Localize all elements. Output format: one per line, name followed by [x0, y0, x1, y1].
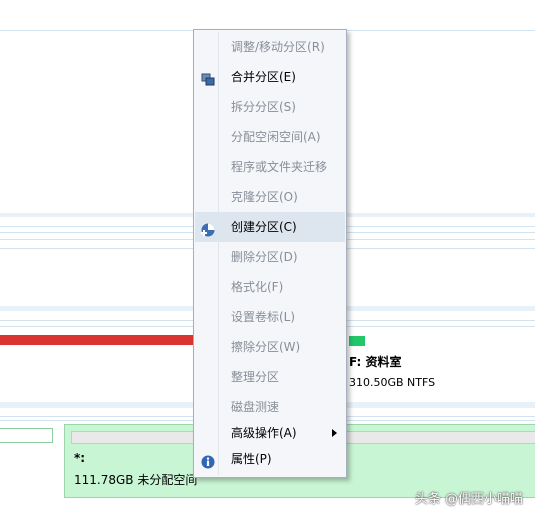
menu-item-resize-move[interactable]: 调整/移动分区(R) — [195, 32, 345, 62]
watermark: 头条 @偶西小喵喵 — [414, 492, 523, 507]
menu-item-format[interactable]: 格式化(F) — [195, 272, 345, 302]
unallocated-description: 111.78GB 未分配空间 — [74, 473, 198, 487]
menu-item-label: 删除分区(D) — [231, 250, 298, 264]
menu-item-label: 克隆分区(O) — [231, 190, 298, 204]
volume-f-title: F: 资料室 — [349, 355, 402, 369]
volume-f-usage-bar[interactable] — [349, 336, 365, 346]
menu-item-split[interactable]: 拆分分区(S) — [195, 92, 345, 122]
partition-usage-bar[interactable] — [0, 335, 193, 345]
unallocated-letter: *: — [74, 451, 86, 465]
menu-item-clone[interactable]: 克隆分区(O) — [195, 182, 345, 212]
menu-item-label: 属性(P) — [231, 452, 272, 466]
menu-item-label: 格式化(F) — [231, 280, 284, 294]
menu-item-delete[interactable]: 删除分区(D) — [195, 242, 345, 272]
menu-item-label: 分配空闲空间(A) — [231, 130, 321, 144]
create-partition-icon — [200, 219, 216, 237]
menu-item-allocate-free-space[interactable]: 分配空闲空间(A) — [195, 122, 345, 152]
merge-icon — [200, 69, 216, 86]
menu-item-label: 擦除分区(W) — [231, 340, 301, 354]
menu-item-create-partition[interactable]: 创建分区(C) — [195, 212, 345, 242]
menu-item-properties[interactable]: 属性(P) — [195, 444, 345, 474]
menu-item-label: 拆分分区(S) — [231, 100, 296, 114]
menu-item-app-migration[interactable]: 程序或文件夹迁移 — [195, 152, 345, 182]
menu-item-label: 设置卷标(L) — [231, 310, 296, 324]
menu-item-label: 合并分区(E) — [231, 70, 296, 84]
submenu-arrow-icon — [332, 429, 337, 437]
partition-tile[interactable] — [0, 428, 53, 443]
menu-item-set-label[interactable]: 设置卷标(L) — [195, 302, 345, 332]
menu-item-merge[interactable]: 合并分区(E) — [195, 62, 345, 92]
volume-f-size: 310.50GB NTFS — [349, 376, 436, 389]
menu-item-label: 创建分区(C) — [231, 220, 297, 234]
context-menu: 调整/移动分区(R) 合并分区(E) 拆分分区(S) 分配空闲空间(A) 程序或… — [193, 29, 347, 478]
info-icon — [200, 451, 216, 469]
menu-item-label: 调整/移动分区(R) — [231, 40, 325, 54]
menu-item-label: 程序或文件夹迁移 — [231, 160, 328, 174]
menu-item-wipe[interactable]: 擦除分区(W) — [195, 332, 345, 362]
menu-item-defrag[interactable]: 整理分区 — [195, 362, 345, 392]
menu-item-label: 整理分区 — [231, 370, 280, 384]
